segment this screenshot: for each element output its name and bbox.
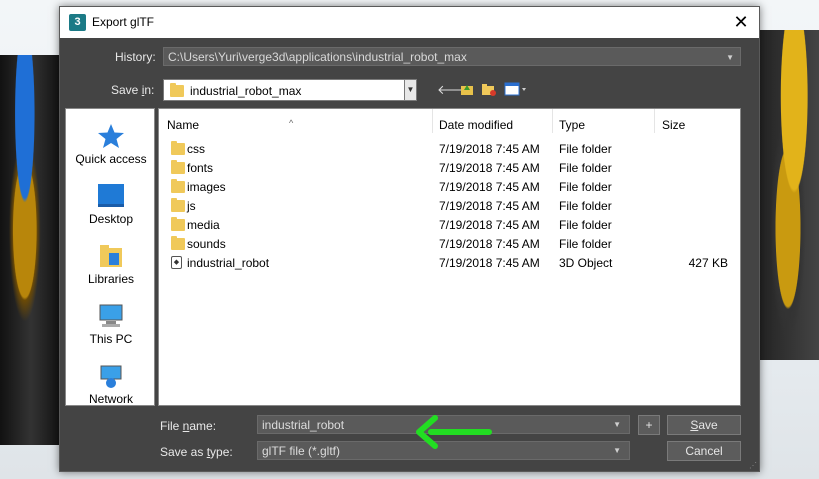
file-type: File folder [559,199,612,213]
save-in-value: industrial_robot_max [190,84,302,98]
file-date: 7/19/2018 7:45 AM [439,142,540,156]
chevron-down-icon[interactable]: ▼ [613,416,621,434]
file-date: 7/19/2018 7:45 AM [439,161,540,175]
libraries-icon [97,243,125,269]
chevron-down-icon: ▼ [726,53,734,62]
place-desktop[interactable]: Desktop [66,183,156,226]
list-header: ^ Name Date modified Type Size [159,109,740,133]
list-item[interactable]: media 7/19/2018 7:45 AM File folder [159,215,740,234]
history-label: History: [115,50,156,64]
place-label: Network [88,392,133,406]
resize-grip-icon[interactable]: ⋰ [749,461,757,470]
save-type-label: Save as type: [160,445,233,459]
file-name: js [187,199,196,213]
new-folder-icon[interactable] [480,81,498,99]
list-item[interactable]: js 7/19/2018 7:45 AM File folder [159,196,740,215]
star-icon [97,123,125,149]
folder-icon [171,179,185,193]
column-divider[interactable] [552,109,553,133]
column-type[interactable]: Type [559,118,585,132]
file-name-value: industrial_robot [262,418,345,432]
folder-icon [171,217,185,231]
3dsmax-app-icon: 3 [69,14,86,31]
file-name: sounds [187,237,226,251]
chevron-down-icon[interactable]: ▼ [613,442,621,460]
file-type: File folder [559,218,612,232]
add-button[interactable]: + [638,415,660,435]
file-name: images [187,180,226,194]
place-libraries[interactable]: Libraries [66,243,156,286]
file-name: css [187,142,205,156]
place-label: Libraries [87,272,135,286]
column-divider[interactable] [432,109,433,133]
file-date: 7/19/2018 7:45 AM [439,180,540,194]
place-this-pc[interactable]: This PC [66,303,156,346]
column-size[interactable]: Size [662,118,685,132]
save-type-value: glTF file (*.gltf) [262,444,341,458]
place-label: Desktop [88,212,134,226]
place-label: This PC [89,332,133,346]
list-item[interactable]: css 7/19/2018 7:45 AM File folder [159,139,740,158]
folder-icon [170,83,184,97]
file-size: 427 KB [688,256,728,270]
file-type: File folder [559,180,612,194]
arrow-annotation-icon [416,415,492,449]
close-button[interactable]: ✕ [723,7,759,38]
desktop-icon [97,183,125,209]
list-item[interactable]: images 7/19/2018 7:45 AM File folder [159,177,740,196]
network-icon [97,363,125,389]
folder-icon [171,236,185,250]
file-name: media [187,218,220,232]
file-date: 7/19/2018 7:45 AM [439,218,540,232]
list-item[interactable]: fonts 7/19/2018 7:45 AM File folder [159,158,740,177]
title-bar[interactable]: 3 Export glTF ✕ [60,7,759,38]
column-name[interactable]: Name [167,118,199,132]
save-in-dropdown-arrow[interactable]: ▼ [404,79,417,101]
folder-icon [171,198,185,212]
cancel-button[interactable]: Cancel [667,441,741,461]
file-date: 7/19/2018 7:45 AM [439,237,540,251]
file-list[interactable]: ^ Name Date modified Type Size css 7/19/… [158,108,741,406]
save-in-dropdown[interactable]: industrial_robot_max [163,79,417,101]
history-path: C:\Users\Yuri\verge3d\applications\indus… [168,50,467,64]
place-quick-access[interactable]: Quick access [66,123,156,166]
export-dialog: 3 Export glTF ✕ History: C:\Users\Yuri\v… [59,6,760,472]
column-date[interactable]: Date modified [439,118,513,132]
folder-icon [171,160,185,174]
up-folder-icon[interactable] [458,81,476,99]
list-item[interactable]: ◆ industrial_robot 7/19/2018 7:45 AM 3D … [159,253,740,272]
folder-icon [171,141,185,155]
file-type: File folder [559,237,612,251]
place-network[interactable]: Network [66,363,156,406]
file-type: File folder [559,142,612,156]
list-item[interactable]: sounds 7/19/2018 7:45 AM File folder [159,234,740,253]
file-type: 3D Object [559,256,613,270]
dialog-title: Export glTF [92,15,155,29]
computer-icon [97,303,125,329]
file-name: industrial_robot [187,256,270,270]
robot-render-left [0,55,62,445]
file-date: 7/19/2018 7:45 AM [439,256,540,270]
save-in-label: Save in: [111,83,155,97]
file-name: fonts [187,161,214,175]
3d-object-icon: ◆ [171,256,182,269]
back-arrow-icon[interactable]: 🡐 [437,81,472,99]
places-bar: Quick access Desktop Libraries This PC N… [65,108,155,406]
robot-render-right [757,30,819,360]
history-dropdown[interactable]: C:\Users\Yuri\verge3d\applications\indus… [163,47,741,66]
view-menu-icon[interactable] [503,81,529,99]
sort-caret-icon: ^ [289,118,294,128]
column-divider[interactable] [654,109,655,133]
save-button[interactable]: Save [667,415,741,435]
file-type: File folder [559,161,612,175]
file-date: 7/19/2018 7:45 AM [439,199,540,213]
file-name-label: File name: [160,419,217,433]
place-label: Quick access [75,152,147,166]
